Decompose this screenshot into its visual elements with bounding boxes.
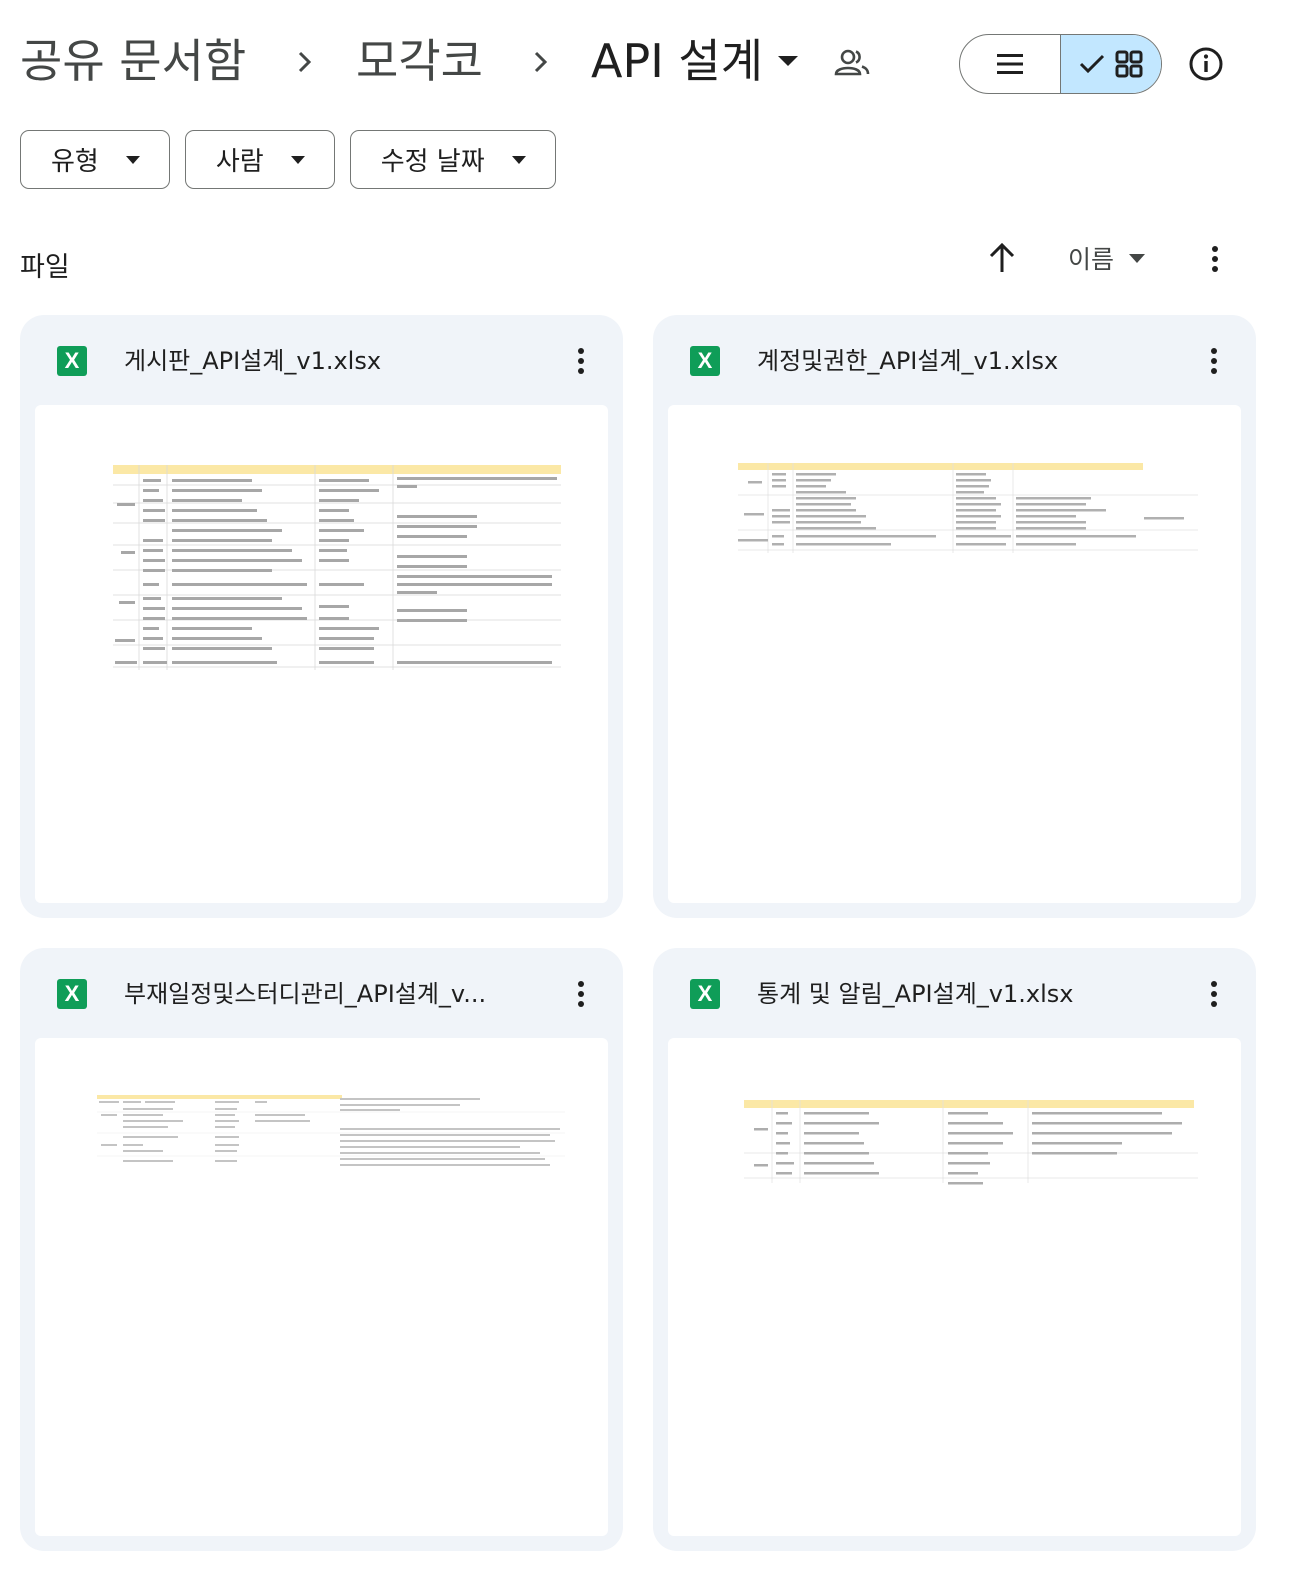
- filter-chips: 유형 사람 수정 날짜: [20, 130, 556, 190]
- breadcrumb-current-label: API 설계: [591, 34, 764, 88]
- file-thumbnail: [35, 405, 608, 903]
- filter-modified-date-label: 수정 날짜: [380, 147, 485, 177]
- file-thumbnail: [668, 1038, 1241, 1536]
- chevron-right-icon: [298, 51, 312, 73]
- breadcrumb-root[interactable]: 공유 문서함: [20, 30, 246, 92]
- more-vert-icon[interactable]: [1202, 976, 1226, 1012]
- file-thumbnail: [35, 1038, 608, 1536]
- spreadsheet-preview: [744, 1100, 1198, 1185]
- file-card[interactable]: X 통계 및 알림_API설계_v1.xlsx: [653, 948, 1256, 1551]
- spreadsheet-preview: [738, 463, 1198, 553]
- file-card-header: X 계정및권한_API설계_v1.xlsx: [653, 315, 1256, 403]
- file-name: 부재일정및스터디관리_API설계_v...: [124, 980, 487, 1008]
- excel-icon: X: [57, 346, 87, 376]
- people-icon[interactable]: [834, 48, 870, 78]
- header: 공유 문서함 모각코 API 설계: [0, 0, 1300, 120]
- check-icon: [1079, 54, 1104, 74]
- sort-label: 이름: [1068, 245, 1115, 274]
- excel-icon: X: [690, 346, 720, 376]
- grid-icon: [1115, 50, 1143, 78]
- more-vert-icon[interactable]: [569, 343, 593, 379]
- excel-icon: X: [690, 979, 720, 1009]
- section-title: 파일: [20, 252, 70, 283]
- filter-type-label: 유형: [51, 147, 99, 177]
- caret-down-icon: [290, 155, 305, 164]
- filter-people-label: 사람: [215, 147, 264, 177]
- file-thumbnail: [668, 405, 1241, 903]
- caret-down-icon: [125, 155, 140, 164]
- filter-type[interactable]: 유형: [20, 130, 170, 189]
- more-vert-icon[interactable]: [1203, 241, 1227, 277]
- arrow-up-icon[interactable]: [986, 241, 1018, 275]
- more-vert-icon[interactable]: [1202, 343, 1226, 379]
- grid-view-button[interactable]: [1060, 35, 1161, 93]
- spreadsheet-preview: [97, 1095, 565, 1166]
- breadcrumb-current[interactable]: API 설계: [591, 30, 799, 92]
- file-name: 통계 및 알림_API설계_v1.xlsx: [757, 980, 1074, 1008]
- chevron-right-icon: [534, 51, 548, 73]
- view-toggle: [959, 34, 1162, 94]
- caret-down-icon: [511, 155, 526, 164]
- file-card[interactable]: X 게시판_API설계_v1.xlsx: [20, 315, 623, 918]
- list-icon: [996, 54, 1023, 74]
- file-name: 계정및권한_API설계_v1.xlsx: [757, 347, 1059, 375]
- file-card-header: X 부재일정및스터디관리_API설계_v...: [20, 948, 623, 1036]
- filter-modified-date[interactable]: 수정 날짜: [349, 130, 556, 189]
- list-view-button[interactable]: [960, 35, 1061, 93]
- file-card[interactable]: X 계정및권한_API설계_v1.xlsx: [653, 315, 1256, 918]
- spreadsheet-preview: [113, 465, 561, 670]
- sort-by-name-button[interactable]: 이름: [1068, 240, 1146, 276]
- file-card[interactable]: X 부재일정및스터디관리_API설계_v...: [20, 948, 623, 1551]
- file-card-header: X 게시판_API설계_v1.xlsx: [20, 315, 623, 403]
- file-card-header: X 통계 및 알림_API설계_v1.xlsx: [653, 948, 1256, 1036]
- caret-down-icon: [1129, 253, 1146, 263]
- filter-people[interactable]: 사람: [184, 130, 335, 189]
- breadcrumb-parent[interactable]: 모각코: [356, 30, 483, 92]
- file-name: 게시판_API설계_v1.xlsx: [124, 347, 382, 375]
- more-vert-icon[interactable]: [569, 976, 593, 1012]
- info-icon[interactable]: [1188, 46, 1224, 82]
- caret-down-icon: [778, 56, 799, 66]
- excel-icon: X: [57, 979, 87, 1009]
